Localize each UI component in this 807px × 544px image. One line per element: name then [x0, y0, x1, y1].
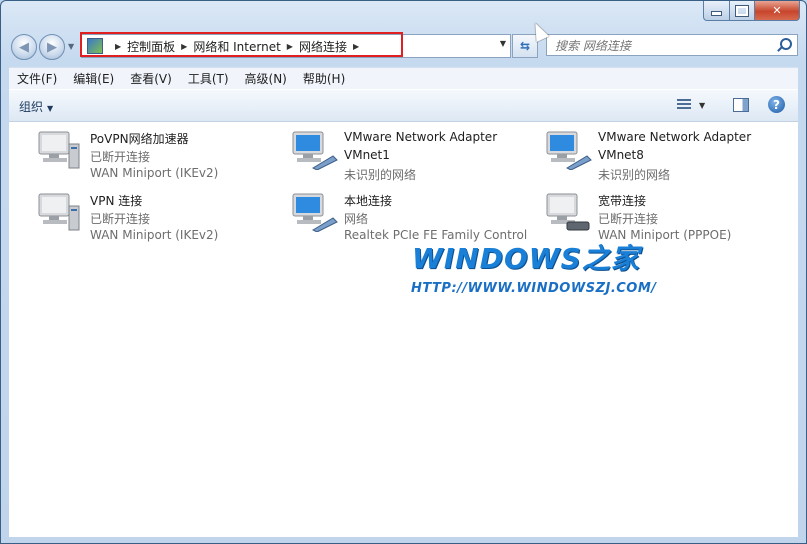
- chevron-down-icon: ▼: [47, 104, 54, 113]
- refresh-icon: ⇆: [519, 39, 531, 53]
- connections-list: PoVPN网络加速器 已断开连接 WAN Miniport (IKEv2) VM…: [9, 121, 798, 537]
- minimize-icon: [711, 11, 722, 16]
- maximize-button[interactable]: [730, 1, 755, 21]
- connection-name: 宽带连接: [598, 194, 647, 208]
- command-bar: 组织 ▼ ▼ ?: [9, 89, 798, 122]
- connection-status: 网络: [344, 212, 369, 226]
- broadband-connection-icon: [546, 193, 590, 231]
- connection-name-line2: VMnet8: [598, 148, 644, 162]
- menu-edit[interactable]: 编辑(E): [65, 70, 122, 87]
- menu-bar: 文件(F) 编辑(E) 查看(V) 工具(T) 高级(N) 帮助(H): [9, 67, 798, 89]
- connection-name-line1: VMware Network Adapter: [598, 130, 752, 144]
- search-box[interactable]: [546, 34, 798, 56]
- connection-device: WAN Miniport (IKEv2): [90, 166, 219, 180]
- connection-name: PoVPN网络加速器: [90, 132, 189, 146]
- watermark-logo: WINDOWS之家: [412, 242, 640, 275]
- maximize-icon: [735, 4, 749, 17]
- connection-name: VPN 连接: [90, 194, 143, 208]
- connection-status: 已断开连接: [90, 150, 151, 164]
- network-adapter-icon: [292, 193, 338, 232]
- highlight-box: [80, 32, 403, 57]
- close-button[interactable]: ✕: [755, 1, 800, 21]
- change-view-button[interactable]: ▼: [677, 97, 711, 113]
- view-list-icon: [677, 99, 691, 111]
- back-button[interactable]: ◀: [11, 34, 37, 60]
- menu-file[interactable]: 文件(F): [9, 70, 65, 87]
- recent-pages-dropdown[interactable]: ▼: [68, 42, 74, 51]
- chevron-down-icon: ▼: [699, 100, 706, 110]
- close-icon: ✕: [772, 4, 782, 17]
- organize-button[interactable]: 组织 ▼: [19, 98, 53, 115]
- connection-item-vmnet1[interactable]: VMware Network Adapter VMnet1 未识别的网络: [273, 122, 523, 182]
- menu-help[interactable]: 帮助(H): [295, 70, 353, 87]
- connection-item-local[interactable]: 本地连接 网络 Realtek PCIe FE Family Control: [273, 184, 527, 242]
- menu-view[interactable]: 查看(V): [122, 70, 180, 87]
- connection-status: 未识别的网络: [344, 168, 417, 182]
- connection-status: 未识别的网络: [598, 168, 671, 182]
- connection-name-line1: VMware Network Adapter: [344, 130, 498, 144]
- forward-arrow-icon: ▶: [47, 39, 57, 55]
- connection-device: WAN Miniport (IKEv2): [90, 228, 219, 242]
- caption-buttons: ✕: [703, 1, 800, 21]
- organize-label: 组织: [19, 100, 44, 114]
- menu-tools[interactable]: 工具(T): [180, 70, 237, 87]
- connection-name: 本地连接: [344, 194, 393, 208]
- help-icon: ?: [773, 97, 780, 112]
- search-input[interactable]: [553, 36, 772, 56]
- connection-name-line2: VMnet1: [344, 148, 390, 162]
- minimize-button[interactable]: [703, 1, 730, 21]
- connection-item-vmnet8[interactable]: VMware Network Adapter VMnet8 未识别的网络: [527, 122, 777, 182]
- address-dropdown-icon[interactable]: ▼: [500, 39, 506, 48]
- explorer-window: ✕ ◀ ▶ ▼ ▶ 控制面板 ▶ 网络和 Internet ▶ 网络连接 ▶ ▼…: [0, 0, 807, 544]
- preview-pane-button[interactable]: [733, 98, 749, 112]
- menu-advanced[interactable]: 高级(N): [237, 70, 295, 87]
- vpn-connection-icon: [38, 131, 80, 169]
- connection-item-vpn[interactable]: VPN 连接 已断开连接 WAN Miniport (IKEv2): [19, 184, 269, 242]
- connection-status: 已断开连接: [598, 212, 659, 226]
- vpn-connection-icon: [38, 193, 80, 231]
- forward-button[interactable]: ▶: [39, 34, 65, 60]
- watermark-url: HTTP://WWW.WINDOWSZJ.COM/: [411, 281, 657, 296]
- back-arrow-icon: ◀: [19, 39, 29, 55]
- search-icon[interactable]: [780, 38, 792, 50]
- help-button[interactable]: ?: [768, 96, 785, 113]
- network-adapter-icon: [546, 131, 592, 170]
- connection-item-povpn[interactable]: PoVPN网络加速器 已断开连接 WAN Miniport (IKEv2): [19, 122, 269, 180]
- connection-status: 已断开连接: [90, 212, 151, 226]
- connection-item-broadband[interactable]: 宽带连接 已断开连接 WAN Miniport (PPPOE): [527, 184, 777, 242]
- network-adapter-icon: [292, 131, 338, 170]
